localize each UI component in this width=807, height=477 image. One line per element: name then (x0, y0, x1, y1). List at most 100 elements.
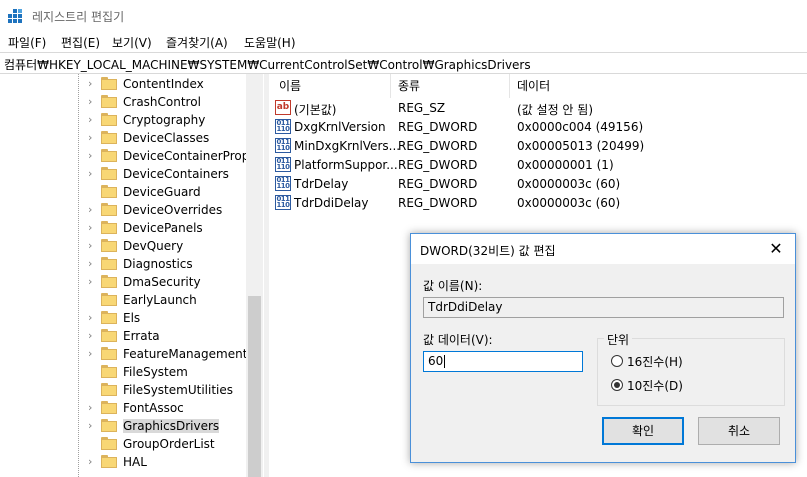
chevron-right-icon[interactable]: › (88, 419, 98, 433)
column-header-type[interactable]: 종류 (398, 74, 420, 98)
folder-icon (101, 419, 117, 433)
value-type: REG_DWORD (398, 158, 478, 172)
value-data: 0x0000003c (60) (517, 177, 621, 191)
radio-hex-label[interactable]: 16진수(H) (627, 353, 683, 370)
tree-item[interactable]: › CrashControl (0, 93, 246, 111)
tree-item[interactable]: EarlyLaunch (0, 291, 246, 309)
value-name-label: 값 이름(N): (423, 279, 483, 293)
tree-scrollbar-thumb[interactable] (248, 296, 261, 477)
title-bar: 레지스트리 편집기 (0, 0, 807, 30)
radio-dec-label[interactable]: 10진수(D) (627, 377, 683, 394)
tree-item[interactable]: › DeviceOverrides (0, 201, 246, 219)
chevron-right-icon[interactable]: › (88, 77, 98, 91)
chevron-right-icon[interactable]: › (88, 221, 98, 235)
folder-icon (101, 275, 117, 289)
value-data: 0x00000001 (1) (517, 158, 614, 172)
tree-item[interactable]: › DeviceClasses (0, 129, 246, 147)
value-name: DxgKrnlVersion (294, 120, 386, 134)
chevron-right-icon[interactable]: › (88, 131, 98, 145)
folder-icon (101, 401, 117, 415)
radio-hex[interactable] (611, 355, 623, 367)
chevron-right-icon[interactable]: › (88, 455, 98, 469)
tree-item-label: Els (123, 311, 141, 325)
ok-button[interactable]: 확인 (602, 417, 684, 445)
value-row[interactable]: 011 110 TdrDelay REG_DWORD 0x0000003c (60) (269, 174, 807, 193)
tree-item[interactable]: › DeviceContainerProper (0, 147, 262, 165)
chevron-right-icon[interactable]: › (88, 95, 98, 109)
value-row[interactable]: 011 110 PlatformSuppor... REG_DWORD 0x000000… (269, 155, 807, 174)
tree-scrollbar[interactable] (246, 74, 263, 477)
column-header-name[interactable]: 이름 (279, 74, 301, 98)
tree-item-label: Diagnostics (123, 257, 193, 271)
value-name-field: TdrDdiDelay (423, 297, 784, 318)
chevron-right-icon[interactable]: › (88, 275, 98, 289)
folder-icon (101, 437, 117, 451)
value-name-text: TdrDdiDelay (428, 300, 503, 314)
chevron-right-icon[interactable]: › (88, 203, 98, 217)
column-header-data[interactable]: 데이터 (517, 74, 550, 98)
tree-item[interactable]: › Diagnostics (0, 255, 246, 273)
folder-icon (101, 347, 117, 361)
column-separator[interactable] (509, 74, 510, 98)
binary-value-icon: 011 110 (275, 119, 291, 134)
chevron-right-icon[interactable]: › (88, 257, 98, 271)
value-data-input[interactable]: 60 (423, 351, 583, 372)
edit-dword-dialog: DWORD(32비트) 값 편집 ✕ 값 이름(N): TdrDdiDelay … (410, 233, 796, 463)
tree-item-label: FileSystem (123, 365, 188, 379)
tree-item-label: FontAssoc (123, 401, 184, 415)
tree-item[interactable]: › Els (0, 309, 246, 327)
close-icon[interactable]: ✕ (763, 238, 789, 260)
chevron-right-icon[interactable]: › (88, 149, 98, 163)
folder-icon (101, 329, 117, 343)
menu-help[interactable]: 도움말(H) (244, 34, 296, 51)
value-type: REG_DWORD (398, 177, 478, 191)
base-groupbox (597, 338, 785, 406)
tree-item[interactable]: FileSystemUtilities (0, 381, 246, 399)
tree-item-label: DeviceOverrides (123, 203, 223, 217)
value-type: REG_DWORD (398, 120, 478, 134)
column-separator[interactable] (390, 74, 391, 98)
chevron-right-icon[interactable]: › (88, 113, 98, 127)
tree-item[interactable]: GroupOrderList (0, 435, 246, 453)
menu-file[interactable]: 파일(F) (8, 34, 46, 51)
cancel-button[interactable]: 취소 (698, 417, 780, 445)
tree-item[interactable]: › GraphicsDrivers (0, 417, 246, 435)
folder-icon (101, 383, 117, 397)
menu-favorites[interactable]: 즐겨찾기(A) (166, 34, 228, 51)
chevron-right-icon[interactable]: › (88, 347, 98, 361)
value-row[interactable]: 011 110 MinDxgKrnlVers... REG_DWORD 0x000050… (269, 136, 807, 155)
menu-view[interactable]: 보기(V) (112, 34, 152, 51)
value-row[interactable]: 011 110 DxgKrnlVersion REG_DWORD 0x0000c004 … (269, 117, 807, 136)
tree-item[interactable]: › FontAssoc (0, 399, 246, 417)
chevron-right-icon[interactable]: › (88, 401, 98, 415)
tree-item[interactable]: › DevQuery (0, 237, 246, 255)
chevron-right-icon[interactable]: › (88, 329, 98, 343)
address-bar[interactable]: 컴퓨터₩HKEY_LOCAL_MACHINE₩SYSTEM₩CurrentCon… (0, 52, 807, 74)
folder-icon (101, 257, 117, 271)
menu-edit[interactable]: 편집(E) (61, 34, 100, 51)
tree-item-label: CrashControl (123, 95, 201, 109)
address-path[interactable]: 컴퓨터₩HKEY_LOCAL_MACHINE₩SYSTEM₩CurrentCon… (4, 56, 531, 73)
tree-item[interactable]: › DmaSecurity (0, 273, 246, 291)
tree-item[interactable]: DeviceGuard (0, 183, 246, 201)
tree-item[interactable]: › HAL (0, 453, 246, 471)
tree-item[interactable]: › Cryptography (0, 111, 246, 129)
tree-item[interactable]: › ContentIndex (0, 75, 246, 93)
tree-item-label: DevQuery (123, 239, 184, 253)
folder-icon (101, 77, 117, 91)
text-caret (444, 355, 446, 368)
tree-item[interactable]: › FeatureManagement (0, 345, 247, 363)
tree-item[interactable]: FileSystem (0, 363, 246, 381)
chevron-right-icon[interactable]: › (88, 311, 98, 325)
tree-item[interactable]: › Errata (0, 327, 246, 345)
tree-item[interactable]: › DevicePanels (0, 219, 246, 237)
value-row[interactable]: 011 110 TdrDdiDelay REG_DWORD 0x0000003c (60… (269, 193, 807, 212)
radio-dec[interactable] (611, 379, 623, 391)
chevron-right-icon[interactable]: › (88, 167, 98, 181)
folder-icon (101, 293, 117, 307)
binary-value-icon: 011 110 (275, 195, 291, 210)
menu-bar: 파일(F) 편집(E) 보기(V) 즐겨찾기(A) 도움말(H) (0, 31, 807, 52)
chevron-right-icon[interactable]: › (88, 239, 98, 253)
tree-item[interactable]: › DeviceContainers (0, 165, 246, 183)
value-row[interactable]: ab (기본값) REG_SZ (값 설정 안 됨) (269, 98, 807, 117)
